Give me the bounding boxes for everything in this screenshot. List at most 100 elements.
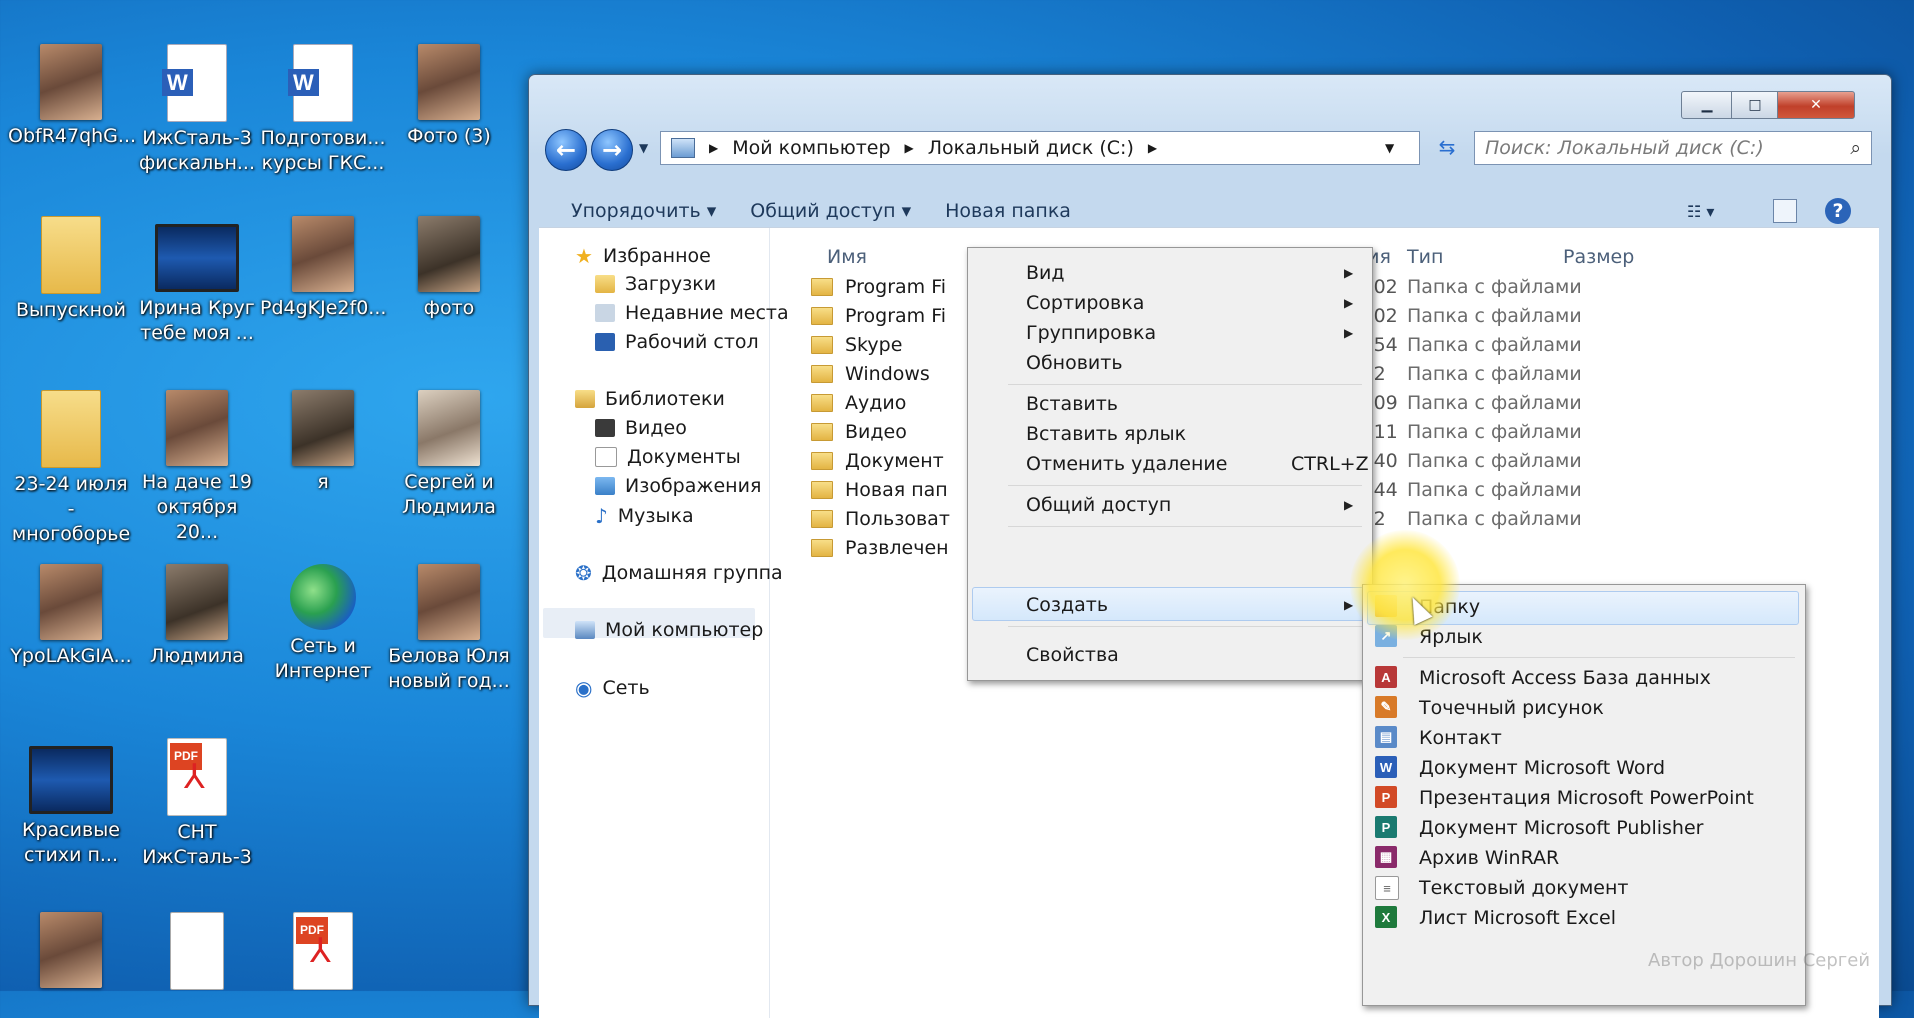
submenu-item-word[interactable]: Документ Microsoft Word [1419, 753, 1665, 783]
address-dropdown-icon[interactable]: ▼ [1385, 141, 1394, 155]
menu-item-paste[interactable]: Вставить [1026, 389, 1118, 419]
folder-icon [41, 390, 101, 468]
submenu-item-text[interactable]: Текстовый документ [1419, 873, 1629, 903]
submenu-item-access[interactable]: Microsoft Access База данных [1419, 663, 1711, 693]
desktop-icon-item[interactable]: Подготови... курсы ГКС... [260, 44, 386, 176]
desktop-icon-item[interactable] [134, 912, 260, 994]
file-row[interactable]: Новая пап [811, 479, 948, 501]
desktop-icon-item[interactable]: Выпускной [8, 216, 134, 323]
share-button[interactable]: Общий доступ ▾ [750, 200, 911, 222]
file-type: Папка с файлами [1407, 479, 1582, 501]
desktop-icon-item[interactable]: СНТ ИжСталь-3 [134, 738, 260, 870]
file-row[interactable]: Windows [811, 363, 930, 385]
sidebar-item-images[interactable]: Изображения [595, 475, 761, 497]
sidebar-item-computer[interactable]: Мой компьютер [575, 619, 763, 641]
photo-icon [292, 390, 354, 466]
desktop-icon-item[interactable]: Белова Юля новый год... [386, 564, 512, 694]
desktop-icon-item[interactable]: Pd4gKJe2f0... [260, 216, 386, 321]
file-row[interactable]: Program Fi [811, 276, 946, 298]
submenu-item-excel[interactable]: Лист Microsoft Excel [1419, 903, 1616, 933]
file-row[interactable]: Документ [811, 450, 944, 472]
menu-item-refresh[interactable]: Обновить [1026, 348, 1123, 378]
menu-item-group[interactable]: Группировка ▶ [1026, 318, 1353, 348]
menu-item-undo-delete[interactable]: Отменить удаление CTRL+Z [1026, 449, 1369, 479]
menu-item-sort[interactable]: Сортировка ▶ [1026, 288, 1353, 318]
net-icon [290, 564, 356, 630]
desktop-icon-item[interactable]: Сергей и Людмила [386, 390, 512, 520]
address-bar[interactable]: ▶ Мой компьютер ▶ Локальный диск (C:) ▶ … [660, 131, 1420, 165]
maximize-button[interactable]: □ [1731, 91, 1779, 119]
desktop-icon-item[interactable] [260, 912, 386, 994]
breadcrumb-drive[interactable]: Локальный диск (C:) [928, 137, 1134, 159]
minimize-button[interactable]: ▁ [1681, 91, 1733, 119]
sidebar-item-favorites[interactable]: ★ Избранное [575, 244, 711, 268]
desktop-icon-item[interactable]: Красивые стихи п... [8, 738, 134, 868]
desktop-icon-label: Сергей и Людмила [402, 471, 496, 518]
column-header-type[interactable]: Тип [1407, 246, 1443, 268]
submenu-item-shortcut[interactable]: Ярлык [1419, 622, 1483, 652]
new-folder-button[interactable]: Новая папка [945, 200, 1071, 222]
desktop-icon-item[interactable]: Ирина Круг тебе моя ... [134, 216, 260, 346]
desktop-icon-item[interactable]: Сеть и Интернет [260, 564, 386, 684]
sidebar-item-libraries[interactable]: Библиотеки [575, 388, 725, 410]
menu-item-share[interactable]: Общий доступ ▶ [1026, 490, 1353, 520]
desktop-icon-item[interactable]: YpoLAkGIA... [8, 564, 134, 669]
preview-pane-icon[interactable] [1773, 199, 1797, 223]
sidebar-item-downloads[interactable]: Загрузки [595, 273, 716, 295]
view-options-icon[interactable]: ☷ ▾ [1687, 202, 1714, 221]
submenu-item-publisher[interactable]: Документ Microsoft Publisher [1419, 813, 1703, 843]
photo-icon [166, 564, 228, 640]
menu-item-view[interactable]: Вид ▶ [1026, 258, 1353, 288]
desktop-icon-item[interactable] [8, 912, 134, 992]
file-row[interactable]: Program Fi [811, 305, 946, 327]
back-button[interactable]: ← [545, 129, 587, 171]
file-row[interactable]: Видео [811, 421, 907, 443]
submenu-item-powerpoint[interactable]: Презентация Microsoft PowerPoint [1419, 783, 1754, 813]
submenu-item-contact[interactable]: Контакт [1419, 723, 1502, 753]
file-row[interactable]: Аудио [811, 392, 906, 414]
submenu-arrow-icon: ▶ [1344, 598, 1354, 612]
sidebar-item-desktop[interactable]: Рабочий стол [595, 331, 759, 353]
sidebar-item-music[interactable]: ♪ Музыка [595, 504, 694, 528]
file-row[interactable]: Skype [811, 334, 902, 356]
paint-icon: ✎ [1375, 696, 1397, 718]
submenu-arrow-icon: ▶ [1344, 296, 1354, 310]
desktop-icon-label: Ирина Круг тебе моя ... [139, 297, 255, 344]
desktop-icon-item[interactable]: Фото (3) [386, 44, 512, 149]
menu-item-paste-shortcut[interactable]: Вставить ярлык [1026, 419, 1186, 449]
folder-icon [811, 394, 833, 412]
sidebar-item-homegroup[interactable]: ❂ Домашняя группа [575, 561, 783, 585]
desktop-icon-item[interactable]: фото [386, 216, 512, 321]
desktop-icon-item[interactable]: 23-24 июля - многоборье [8, 390, 134, 547]
submenu-item-bitmap[interactable]: Точечный рисунок [1419, 693, 1604, 723]
column-header-name[interactable]: Имя [827, 246, 867, 268]
organize-button[interactable]: Упорядочить ▾ [571, 200, 716, 222]
desktop-icon-item[interactable]: ObfR47qhG... [8, 44, 136, 149]
recent-pages-icon[interactable]: ▼ [639, 141, 648, 155]
close-button[interactable]: ✕ [1777, 91, 1855, 119]
desktop-icon-item[interactable]: На даче 19 октября 20... [134, 390, 260, 545]
sidebar-item-recent[interactable]: Недавние места [595, 302, 789, 324]
desktop-icon-item[interactable]: ИжСталь-3 фискальн... [134, 44, 260, 176]
breadcrumb-computer[interactable]: Мой компьютер [732, 137, 890, 159]
menu-item-create[interactable]: Создать ▶ [1026, 590, 1353, 620]
menu-item-properties[interactable]: Свойства [1026, 640, 1119, 670]
file-name: Развлечен [845, 537, 949, 559]
network-icon: ◉ [575, 676, 593, 700]
file-row[interactable]: Пользоват [811, 508, 950, 530]
file-row[interactable]: Развлечен [811, 537, 949, 559]
submenu-item-winrar[interactable]: Архив WinRAR [1419, 843, 1559, 873]
desktop-icon-item[interactable]: я [260, 390, 386, 495]
sidebar-item-network[interactable]: ◉ Сеть [575, 676, 650, 700]
refresh-icon[interactable]: ⇆ [1429, 135, 1465, 163]
sidebar-item-video[interactable]: Видео [595, 417, 687, 439]
sidebar-item-documents[interactable]: Документы [595, 446, 741, 468]
help-icon[interactable]: ? [1825, 198, 1851, 224]
column-header-size[interactable]: Размер [1563, 246, 1634, 268]
menu-separator [1008, 384, 1362, 385]
navigation-pane: ★ Избранное Загрузки Недавние места Рабо… [539, 228, 789, 1018]
desktop-icon-item[interactable]: Людмила [134, 564, 260, 669]
search-input[interactable]: Поиск: Локальный диск (C:) ⌕ [1474, 131, 1872, 165]
forward-button[interactable]: → [591, 129, 633, 171]
access-icon: A [1375, 666, 1397, 688]
